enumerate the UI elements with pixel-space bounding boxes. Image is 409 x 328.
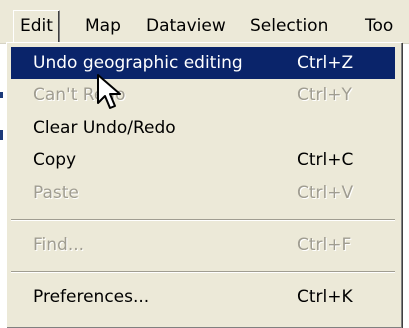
menu-item-redo[interactable]: Can't Redo Ctrl+Y [11, 79, 395, 111]
menu-edit[interactable]: Edit [13, 10, 60, 43]
menu-item-label: Find... [33, 235, 85, 255]
menu-bar: Edit Map Dataview Selection Too [0, 0, 409, 44]
menu-separator [11, 219, 395, 221]
menu-item-undo[interactable]: Undo geographic editing Ctrl+Z [11, 47, 395, 79]
menu-item-paste[interactable]: Paste Ctrl+V [11, 177, 395, 209]
menu-item-shortcut: Ctrl+C [297, 150, 354, 170]
menu-item-label: Copy [33, 150, 77, 170]
menu-item-label: Clear Undo/Redo [33, 118, 176, 138]
menu-item-clear-undo-redo[interactable]: Clear Undo/Redo [11, 112, 395, 144]
menu-item-copy[interactable]: Copy Ctrl+C [11, 144, 395, 176]
menu-item-shortcut: Ctrl+Z [297, 53, 354, 73]
application-window: Edit Map Dataview Selection Too Undo geo… [0, 0, 409, 328]
menu-item-shortcut: Ctrl+K [297, 287, 353, 307]
menu-item-shortcut: Ctrl+Y [297, 85, 352, 105]
menu-dataview[interactable]: Dataview [140, 11, 232, 41]
menu-separator [11, 271, 395, 273]
menu-item-label: Preferences... [33, 287, 150, 307]
menu-map[interactable]: Map [79, 11, 127, 41]
menu-item-label: Paste [33, 183, 79, 203]
menu-item-preferences[interactable]: Preferences... Ctrl+K [11, 281, 395, 313]
menu-item-shortcut: Ctrl+V [297, 183, 354, 203]
menu-item-shortcut: Ctrl+F [297, 235, 352, 255]
background-window-edge [0, 130, 3, 140]
background-window-edge [0, 92, 3, 98]
menu-tools[interactable]: Too [359, 11, 399, 41]
edit-menu-dropdown: Undo geographic editing Ctrl+Z Can't Red… [6, 42, 402, 328]
menu-item-find[interactable]: Find... Ctrl+F [11, 229, 395, 261]
menu-item-label: Undo geographic editing [33, 53, 243, 73]
menu-selection[interactable]: Selection [244, 11, 334, 41]
arrow-cursor-icon [97, 74, 121, 109]
